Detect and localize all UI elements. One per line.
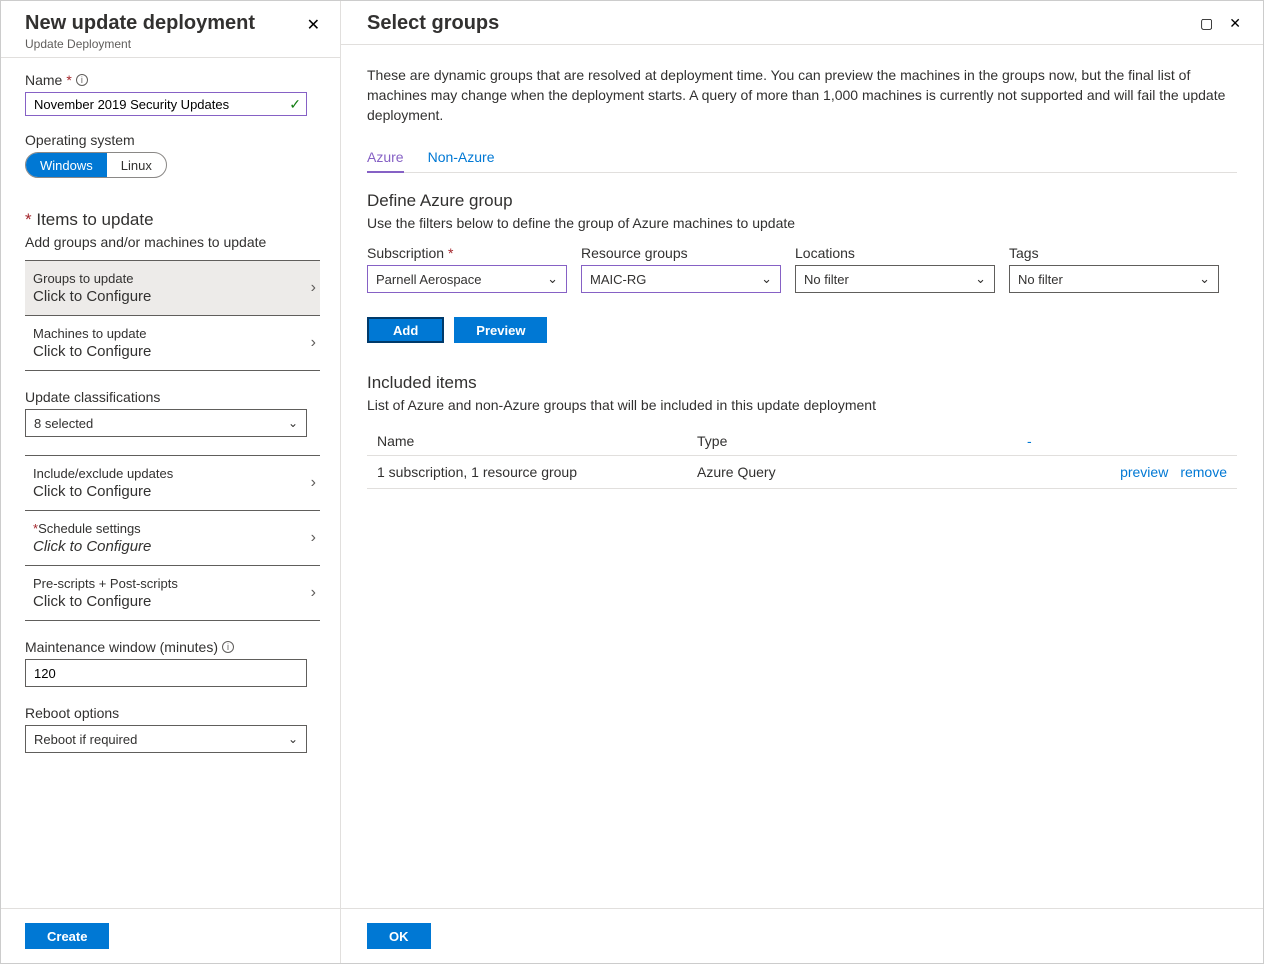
chevron-down-icon: ⌄ [1199, 271, 1210, 287]
chevron-right-icon: › [311, 529, 316, 547]
row-type: Azure Query [697, 464, 1027, 480]
left-panel-subtitle: Update Deployment [25, 37, 303, 51]
row-name: 1 subscription, 1 resource group [377, 464, 697, 480]
chevron-down-icon: ⌄ [975, 271, 986, 287]
tab-azure[interactable]: Azure [367, 143, 404, 173]
col-type-header[interactable]: Type [697, 433, 1027, 449]
chevron-down-icon: ⌄ [761, 271, 772, 287]
tab-non-azure[interactable]: Non-Azure [428, 143, 495, 172]
maintenance-window-label: Maintenance window (minutes) i [25, 639, 320, 655]
chevron-down-icon: ⌄ [288, 416, 298, 430]
left-panel: New update deployment Update Deployment … [1, 1, 341, 963]
machines-to-update-item[interactable]: Machines to update Click to Configure › [25, 316, 320, 371]
right-panel: Select groups ▢ ✕ These are dynamic grou… [341, 1, 1263, 963]
pre-post-scripts-item[interactable]: Pre-scripts + Post-scripts Click to Conf… [25, 566, 320, 621]
include-exclude-item[interactable]: Include/exclude updates Click to Configu… [25, 456, 320, 511]
close-icon[interactable]: ✕ [1221, 11, 1249, 36]
os-linux[interactable]: Linux [107, 153, 166, 177]
chevron-right-icon: › [311, 279, 316, 297]
col-sort-placeholder[interactable]: - [1027, 433, 1087, 449]
subscription-select[interactable]: Parnell Aerospace⌄ [367, 265, 567, 293]
define-azure-group-sub: Use the filters below to define the grou… [367, 215, 1237, 231]
row-preview-link[interactable]: preview [1120, 464, 1168, 480]
tabs: Azure Non-Azure [367, 143, 1237, 173]
tags-label: Tags [1009, 245, 1219, 261]
locations-label: Locations [795, 245, 995, 261]
name-input[interactable] [25, 92, 307, 116]
items-to-update-sub: Add groups and/or machines to update [25, 234, 320, 250]
row-remove-link[interactable]: remove [1180, 464, 1227, 480]
resource-groups-select[interactable]: MAIC-RG⌄ [581, 265, 781, 293]
included-items-sub: List of Azure and non-Azure groups that … [367, 397, 1237, 413]
chevron-right-icon: › [311, 334, 316, 352]
info-icon[interactable]: i [76, 74, 88, 86]
create-button[interactable]: Create [25, 923, 109, 949]
reboot-options-select[interactable]: Reboot if required ⌄ [25, 725, 307, 753]
preview-button[interactable]: Preview [454, 317, 547, 343]
classifications-label: Update classifications [25, 389, 320, 405]
chevron-down-icon: ⌄ [547, 271, 558, 287]
add-button[interactable]: Add [367, 317, 444, 343]
check-icon: ✓ [289, 96, 301, 113]
tags-select[interactable]: No filter⌄ [1009, 265, 1219, 293]
os-label: Operating system [25, 132, 320, 148]
ok-button[interactable]: OK [367, 923, 431, 949]
locations-select[interactable]: No filter⌄ [795, 265, 995, 293]
items-to-update-heading: * Items to update [25, 210, 320, 230]
chevron-right-icon: › [311, 584, 316, 602]
reboot-options-label: Reboot options [25, 705, 320, 721]
included-items-table: Name Type - 1 subscription, 1 resource g… [367, 427, 1237, 489]
col-name-header[interactable]: Name [377, 433, 697, 449]
included-items-heading: Included items [367, 373, 1237, 393]
classifications-select[interactable]: 8 selected ⌄ [25, 409, 307, 437]
chevron-right-icon: › [311, 474, 316, 492]
left-panel-title: New update deployment [25, 11, 303, 35]
close-icon[interactable]: ✕ [303, 11, 324, 39]
right-panel-title: Select groups [367, 12, 1192, 35]
schedule-settings-item[interactable]: *Schedule settings Click to Configure › [25, 511, 320, 566]
os-toggle: Windows Linux [25, 152, 167, 178]
subscription-label: Subscription * [367, 245, 567, 261]
info-icon[interactable]: i [222, 641, 234, 653]
select-groups-description: These are dynamic groups that are resolv… [367, 65, 1237, 125]
maintenance-window-input[interactable] [25, 659, 307, 687]
chevron-down-icon: ⌄ [288, 732, 298, 746]
groups-to-update-item[interactable]: Groups to update Click to Configure › [25, 261, 320, 316]
os-windows[interactable]: Windows [26, 153, 107, 177]
maximize-icon[interactable]: ▢ [1192, 11, 1221, 36]
resource-groups-label: Resource groups [581, 245, 781, 261]
table-row: 1 subscription, 1 resource group Azure Q… [367, 456, 1237, 489]
define-azure-group-heading: Define Azure group [367, 191, 1237, 211]
name-label: Name* i [25, 72, 320, 88]
